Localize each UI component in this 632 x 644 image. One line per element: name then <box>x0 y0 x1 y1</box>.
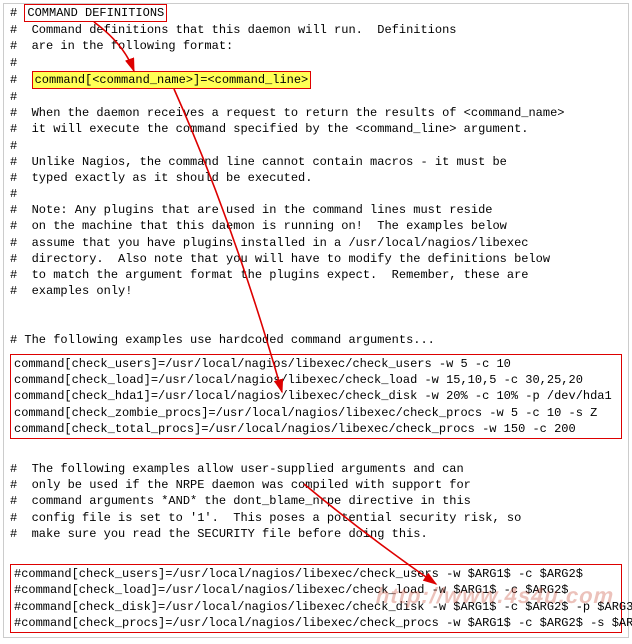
cmd-line: command[check_hda1]=/usr/local/nagios/li… <box>14 388 618 404</box>
para2-line1: # When the daemon receives a request to … <box>10 105 622 121</box>
intro-line-1: # Command definitions that this daemon w… <box>10 22 622 38</box>
hash: # <box>10 6 17 20</box>
cmd-line: command[check_users]=/usr/local/nagios/l… <box>14 356 618 372</box>
intro-line-2: # are in the following format: <box>10 38 622 54</box>
config-document: # COMMAND DEFINITIONS # Command definiti… <box>3 3 629 638</box>
cmd-line: command[check_zombie_procs]=/usr/local/n… <box>14 405 618 421</box>
command-format-text: command[<command_name>]=<command_line> <box>35 73 309 87</box>
hash-line: # <box>10 186 622 202</box>
command-block-1: command[check_users]=/usr/local/nagios/l… <box>10 354 622 439</box>
header-line: # COMMAND DEFINITIONS <box>10 4 622 22</box>
section2-line5: # make sure you read the SECURITY file b… <box>10 526 622 542</box>
para3-line2: # typed exactly as it should be executed… <box>10 170 622 186</box>
para4-line1: # Note: Any plugins that are used in the… <box>10 202 622 218</box>
para2-line2: # it will execute the command specified … <box>10 121 622 137</box>
command-block-2: #command[check_users]=/usr/local/nagios/… <box>10 564 622 633</box>
hash-line: # <box>10 138 622 154</box>
format-prefix: # <box>10 73 32 87</box>
cmd-line: command[check_load]=/usr/local/nagios/li… <box>14 372 618 388</box>
blank-line <box>10 299 622 315</box>
para4-line3: # assume that you have plugins installed… <box>10 235 622 251</box>
section2-line2: # only be used if the NRPE daemon was co… <box>10 477 622 493</box>
blank-line <box>10 316 622 332</box>
cmd-line: #command[check_procs]=/usr/local/nagios/… <box>14 615 618 631</box>
hash-line: # <box>10 55 622 71</box>
command-format-highlight: command[<command_name>]=<command_line> <box>32 71 312 89</box>
hash-line: # <box>10 89 622 105</box>
title-highlight: COMMAND DEFINITIONS <box>24 4 167 22</box>
section2-line3: # command arguments *AND* the dont_blame… <box>10 493 622 509</box>
para4-line4: # directory. Also note that you will hav… <box>10 251 622 267</box>
cmd-line: #command[check_load]=/usr/local/nagios/l… <box>14 582 618 598</box>
section2-line4: # config file is set to '1'. This poses … <box>10 510 622 526</box>
para3-line1: # Unlike Nagios, the command line cannot… <box>10 154 622 170</box>
para4-line2: # on the machine that this daemon is run… <box>10 218 622 234</box>
cmd-line: #command[check_disk]=/usr/local/nagios/l… <box>14 599 618 615</box>
para4-line5: # to match the argument format the plugi… <box>10 267 622 283</box>
cmd-line: command[check_total_procs]=/usr/local/na… <box>14 421 618 437</box>
title-text: COMMAND DEFINITIONS <box>27 6 164 20</box>
format-line: # command[<command_name>]=<command_line> <box>10 71 622 89</box>
section2-line1: # The following examples allow user-supp… <box>10 461 622 477</box>
para4-line6: # examples only! <box>10 283 622 299</box>
blank-line <box>10 445 622 461</box>
section1-title: # The following examples use hardcoded c… <box>10 332 622 348</box>
cmd-line: #command[check_users]=/usr/local/nagios/… <box>14 566 618 582</box>
blank-line <box>10 542 622 558</box>
